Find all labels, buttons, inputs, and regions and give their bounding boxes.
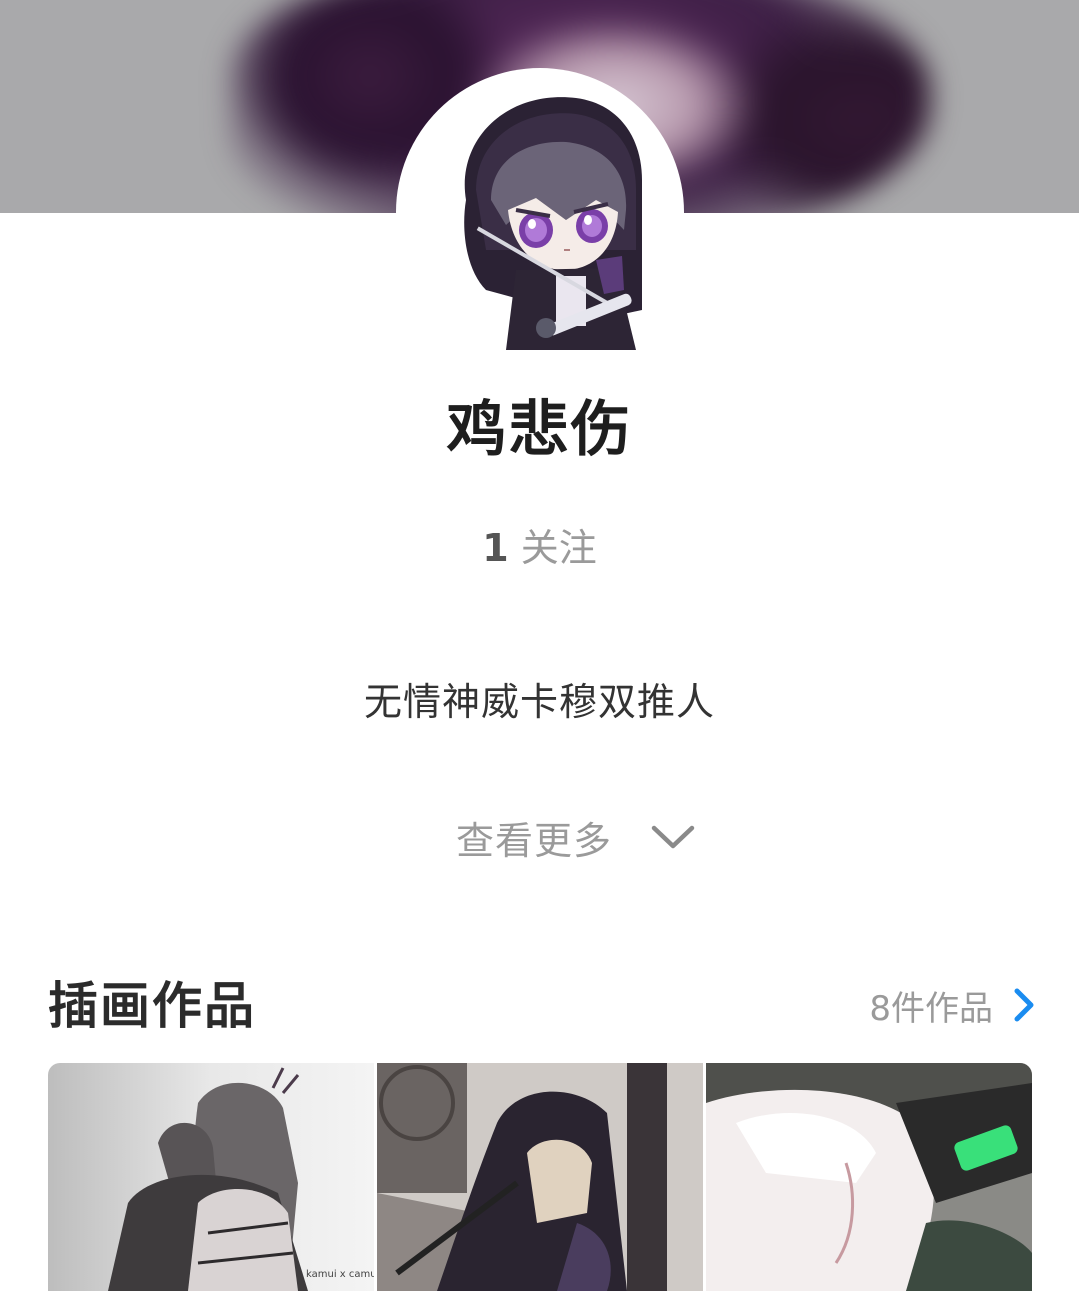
artwork-thumbnail-1[interactable]: kamui x camu [48,1063,374,1291]
illustrations-view-all-link[interactable]: 8件作品 [869,980,1037,1030]
illustrations-section-title: 插画作品 [48,977,256,1035]
chevron-right-icon [1014,988,1034,1022]
artwork-thumbnail-3[interactable] [706,1063,1032,1291]
follow-count: 1 [482,526,509,570]
follow-stat[interactable]: 1 关注 [0,523,1079,573]
chevron-down-icon [651,825,695,849]
illustrations-grid: kamui x camu [48,1063,1032,1291]
show-more-label: 查看更多 [456,818,613,863]
follow-label: 关注 [520,526,597,570]
profile-bio: 无情神威卡穆双推人 [363,680,715,724]
illustrations-count: 8件作品 [869,988,993,1029]
show-more-button[interactable]: 查看更多 [456,810,698,864]
artwork-signature: kamui x camu [306,1269,374,1280]
artwork-thumbnail-2[interactable] [377,1063,703,1291]
profile-name: 鸡悲伤 [446,395,633,465]
avatar[interactable] [446,80,642,350]
profile-page: 鸡悲伤 1 关注 无情神威卡穆双推人 查看更多 插画作品 8件作品 kamui … [0,0,1079,1291]
